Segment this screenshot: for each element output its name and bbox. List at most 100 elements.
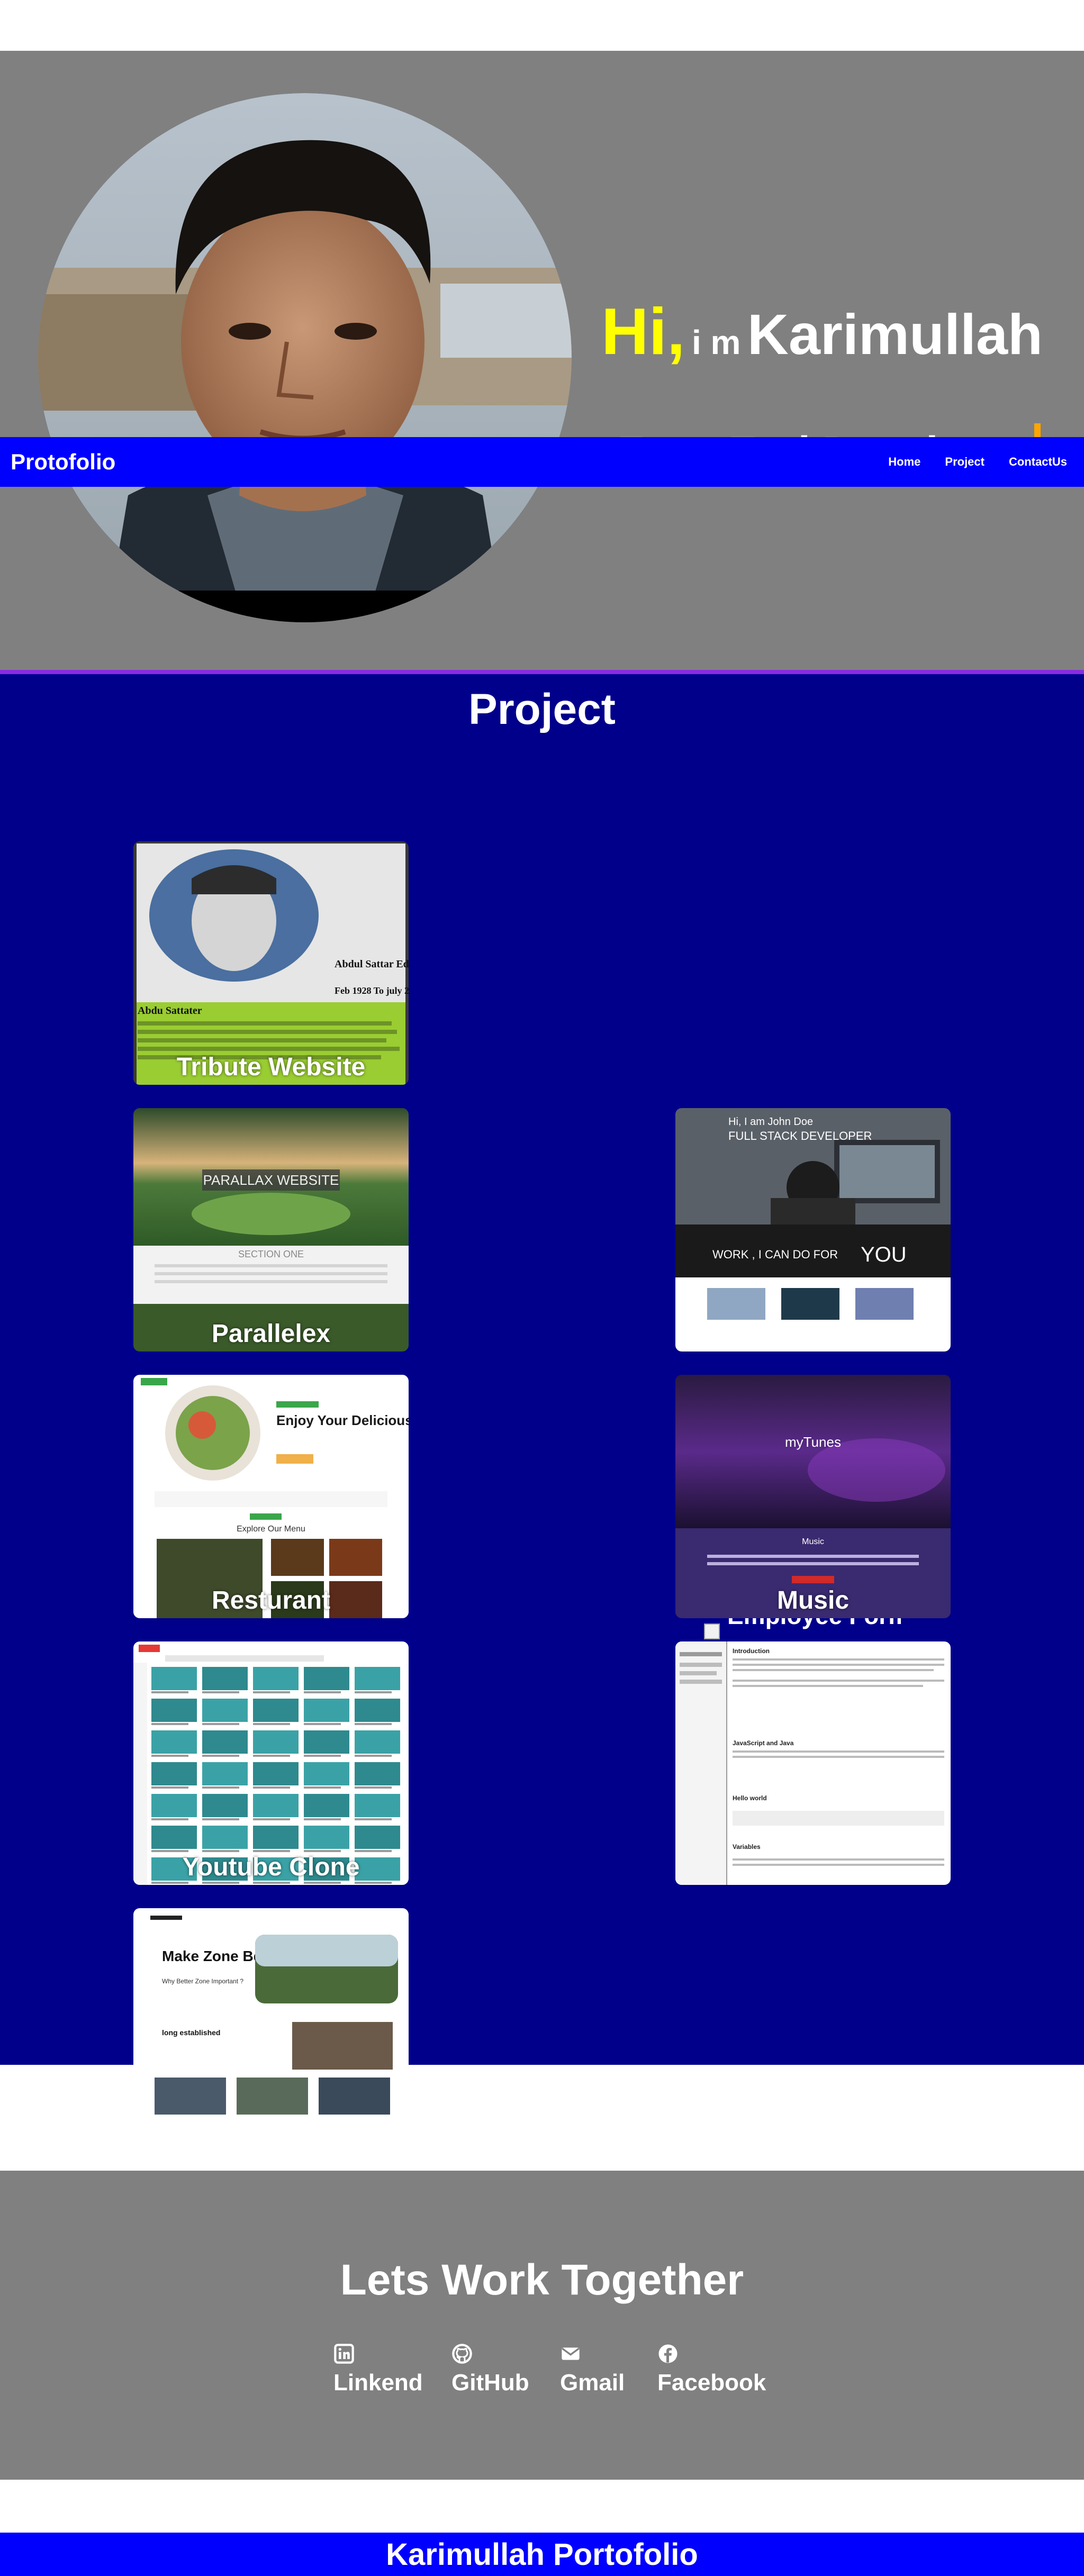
video-thumbnail <box>151 1762 197 1785</box>
parallax-thumbnail: PARALLAX WEBSITE SECTION ONE <box>133 1108 409 1352</box>
restaurant-thumb-title: Enjoy Your Delicious Food <box>276 1412 409 1428</box>
video-thumbnail <box>202 1699 248 1722</box>
video-title-line <box>202 1723 239 1725</box>
video-thumbnail <box>202 1667 248 1690</box>
video-title-line <box>253 1850 290 1852</box>
video-thumbnail <box>304 1794 349 1817</box>
video-title-line <box>304 1818 341 1820</box>
docs-thumb-title: Introduction <box>733 1647 770 1655</box>
hi-text: Hi, <box>601 295 685 368</box>
nav-contactus[interactable]: ContactUs <box>1009 455 1067 469</box>
video-title-line <box>355 1882 392 1884</box>
project-card-music[interactable]: myTunes Music Music <box>675 1375 951 1618</box>
parallax-thumb-title: PARALLAX WEBSITE <box>203 1172 339 1188</box>
video-title-line <box>253 1723 290 1725</box>
facebook-link[interactable]: Facebook <box>657 2343 766 2396</box>
video-title-line <box>202 1755 239 1757</box>
make-zone-thumb-sub: Why Better Zone Important ? <box>162 1978 243 1985</box>
tribute-thumbnail: Abdul Sattar Edhi Feb 1928 To july 2016 … <box>133 841 409 1085</box>
video-thumbnail <box>151 1794 197 1817</box>
tribute-thumb-dates: Feb 1928 To july 2016 <box>335 985 409 996</box>
linkedin-link[interactable]: Linkend <box>333 2343 423 2396</box>
gmail-link[interactable]: Gmail <box>560 2343 625 2396</box>
video-thumbnail <box>151 1667 197 1690</box>
video-thumbnail <box>253 1794 299 1817</box>
broken-image-icon <box>704 1623 720 1639</box>
nav-home[interactable]: Home <box>888 455 920 469</box>
video-thumbnail <box>355 1730 400 1754</box>
projects-section: Project Abdul Sattar Edhi Feb 1928 To ju… <box>0 670 1084 2152</box>
youtube-thumbnail <box>133 1641 409 1885</box>
video-thumbnail <box>151 1699 197 1722</box>
hero-greeting: Hi, i m Karimullah <box>601 294 1043 369</box>
video-title-line <box>355 1786 392 1789</box>
project-card-youtube[interactable]: Youtube Clone <box>133 1641 409 1885</box>
video-thumbnail <box>202 1730 248 1754</box>
video-thumbnail <box>304 1730 349 1754</box>
video-thumbnail <box>202 1762 248 1785</box>
video-title-line <box>355 1691 392 1693</box>
video-thumbnail <box>202 1826 248 1849</box>
project-card-make-zone[interactable]: Make Zone Better ! Why Better Zone Impor… <box>133 1908 409 2152</box>
docs-thumb-sub2: Hello world <box>733 1794 767 1802</box>
video-title-line <box>355 1850 392 1852</box>
video-title-line <box>355 1755 392 1757</box>
video-thumbnail <box>253 1826 299 1849</box>
video-title-line <box>151 1818 188 1820</box>
video-thumbnail <box>151 1730 197 1754</box>
project-caption: Parallelex <box>211 1320 331 1348</box>
navbar: Protofolio Home Project ContactUs <box>0 437 1084 487</box>
fullstack-thumb-line2: FULL STACK DEVELOPER <box>728 1129 872 1142</box>
video-title-line <box>151 1723 188 1725</box>
video-title-line <box>304 1850 341 1852</box>
video-title-line <box>304 1786 341 1789</box>
project-card-fullstack[interactable]: Hi, I am John Doe FULL STACK DEVELOPER W… <box>675 1108 951 1352</box>
music-thumb-sub: Music <box>802 1537 824 1546</box>
nav-project[interactable]: Project <box>945 455 984 469</box>
video-thumbnail <box>253 1667 299 1690</box>
video-thumbnail <box>253 1699 299 1722</box>
fullstack-thumb-line3: WORK , I CAN DO FOR <box>712 1248 838 1261</box>
nav-links: Home Project ContactUs <box>888 455 1073 469</box>
footer: Karimullah Portofolio <box>0 2533 1084 2576</box>
video-thumbnail <box>304 1762 349 1785</box>
restaurant-thumb-menu: Explore Our Menu <box>237 1525 305 1534</box>
project-card-parallax[interactable]: PARALLAX WEBSITE SECTION ONE Parallelex <box>133 1108 409 1352</box>
fullstack-thumbnail: Hi, I am John Doe FULL STACK DEVELOPER W… <box>675 1108 951 1352</box>
video-thumbnail <box>304 1826 349 1849</box>
project-card-restaurant[interactable]: Enjoy Your Delicious Food Explore Our Me… <box>133 1375 409 1618</box>
fullstack-thumb-line4: YOU <box>861 1243 907 1266</box>
hero-name: Karimullah <box>747 302 1043 366</box>
video-title-line <box>202 1818 239 1820</box>
video-thumbnail <box>355 1762 400 1785</box>
video-title-line <box>151 1755 188 1757</box>
video-thumbnail <box>355 1794 400 1817</box>
brand-logo[interactable]: Protofolio <box>11 449 115 475</box>
gmail-label: Gmail <box>560 2370 625 2396</box>
video-title-line <box>304 1723 341 1725</box>
video-title-line <box>253 1755 290 1757</box>
facebook-label: Facebook <box>657 2370 766 2396</box>
restaurant-thumbnail: Enjoy Your Delicious Food Explore Our Me… <box>133 1375 409 1618</box>
github-icon <box>452 2344 472 2364</box>
fullstack-thumb-line1: Hi, I am John Doe <box>728 1116 813 1128</box>
parallax-thumb-section: SECTION ONE <box>238 1249 304 1259</box>
make-zone-thumb-sub2: long established <box>162 2028 220 2037</box>
video-title-line <box>151 1882 188 1884</box>
contact-title: Lets Work Together <box>340 2256 744 2304</box>
github-link[interactable]: GitHub <box>451 2343 529 2396</box>
contact-section: Lets Work Together Linkend GitHub Gmail … <box>0 2171 1084 2480</box>
docs-thumb-sub: JavaScript and Java <box>733 1739 794 1747</box>
video-thumbnail <box>151 1826 197 1849</box>
tribute-thumb-heading: Abdu Sattater <box>138 1005 202 1017</box>
project-caption: Tribute Website <box>176 1053 366 1081</box>
video-thumbnail <box>304 1667 349 1690</box>
video-title-line <box>202 1691 239 1693</box>
profile-photo <box>38 93 572 622</box>
project-card-tribute[interactable]: Abdul Sattar Edhi Feb 1928 To july 2016 … <box>133 841 409 1085</box>
video-title-line <box>253 1882 290 1884</box>
video-title-line <box>202 1850 239 1852</box>
github-label: GitHub <box>451 2370 529 2396</box>
video-title-line <box>355 1818 392 1820</box>
project-card-documentation[interactable]: Introduction JavaScript and Java Hello w… <box>675 1641 951 1885</box>
